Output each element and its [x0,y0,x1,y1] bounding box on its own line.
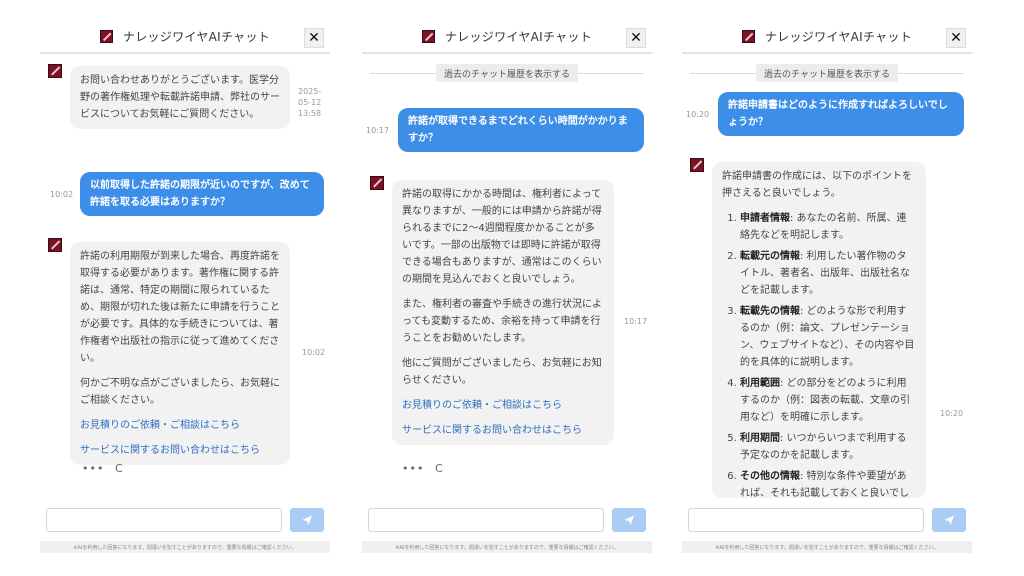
bot-message-answer: 許諾申請書の作成には、以下のポイントを押さえると良いでしょう。 申請者情報: あ… [712,162,926,498]
message-timestamp: 10:02 [50,190,74,199]
logo-icon [741,29,755,43]
answer-paragraph: また、権利者の審査や手続きの進行状況によっても変動するため、余裕を持って申請を行… [402,299,602,344]
answer-intro: 許諾申請書の作成には、以下のポイントを押さえると良いでしょう。 [722,171,912,199]
message-timestamp: 2025-05-12 13:58 [298,87,322,118]
bot-message-answer: 許諾の利用期限が到来した場合、再度許諾を取得する必要があります。著作権に関する許… [70,242,290,465]
chat-panel-1: ナレッジワイヤAIチャット ✕ お問い合わせありがとうございます。医学分野の著作… [40,20,330,560]
message-actions: ••• C [82,462,124,475]
bot-avatar-icon [370,176,384,190]
quote-request-link[interactable]: お見積りのご依頼・ご相談はこちら [80,417,280,434]
list-item: 利用範囲: どの部分をどのように利用するのか（例：図表の転載、文章の引用など）を… [740,375,916,426]
chat-title: ナレッジワイヤAIチャット [444,29,593,44]
composer [682,508,972,534]
chat-title: ナレッジワイヤAIチャット [764,29,913,44]
chat-panel-3: ナレッジワイヤAIチャット ✕ 過去のチャット履歴を表示する 10:20 許諾申… [682,20,972,560]
retry-icon[interactable]: C [435,462,444,475]
disclaimer-text: ※AIを利用した回答になります。間違いを犯すことがありますので、重要な情報はご確… [682,541,972,553]
more-options-icon[interactable]: ••• [82,462,104,475]
bot-avatar-icon [48,238,62,252]
send-button[interactable] [932,508,966,532]
list-item: 転載元の情報: 利用したい著作物のタイトル、著者名、出版年、出版社名などを記載し… [740,248,916,299]
history-row: 過去のチャット履歴を表示する [362,64,652,82]
close-button[interactable]: ✕ [946,28,966,48]
list-item: 申請者情報: あなたの名前、所属、連絡先などを明記します。 [740,210,916,244]
disclaimer-text: ※AIを利用した回答になります。間違いを犯すことがありますので、重要な情報はご確… [40,541,330,553]
message-input[interactable] [46,508,282,532]
answer-paragraph: 他にご質問がございましたら、お気軽にお知らせください。 [402,358,602,386]
chat-panel-2: ナレッジワイヤAIチャット ✕ 過去のチャット履歴を表示する 10:17 許諾が… [362,20,652,560]
retry-icon[interactable]: C [115,462,124,475]
send-icon [624,515,634,525]
user-message: 許諾申請書はどのように作成すればよろしいでしょうか？ [718,92,964,136]
answer-paragraph: 許諾の利用期限が到来した場合、再度許諾を取得する必要があります。著作権に関する許… [80,251,280,364]
logo-icon [99,29,113,43]
chat-header: ナレッジワイヤAIチャット ✕ [362,20,652,54]
bot-avatar-icon [48,64,62,78]
chat-title: ナレッジワイヤAIチャット [122,29,271,44]
close-button[interactable]: ✕ [304,28,324,48]
bot-avatar-icon [690,158,704,172]
composer [362,508,652,534]
message-timestamp: 10:17 [366,126,390,135]
user-message: 許諾が取得できるまでどれくらい時間がかかりますか？ [398,108,644,152]
bot-message-greeting: お問い合わせありがとうございます。医学分野の著作権処理や転載許諾申請、弊社のサー… [70,66,290,129]
bot-message-answer: 許諾の取得にかかる時間は、権利者によって異なりますが、一般的には申請から許諾が得… [392,180,614,445]
show-history-button[interactable]: 過去のチャット履歴を表示する [756,64,898,82]
list-item: 利用期間: いつからいつまで利用する予定なのかを記載します。 [740,430,916,464]
send-icon [302,515,312,525]
message-timestamp: 10:20 [940,409,964,418]
disclaimer-text: ※AIを利用した回答になります。間違いを犯すことがありますので、重要な情報はご確… [362,541,652,553]
greeting-text: お問い合わせありがとうございます。医学分野の著作権処理や転載許諾申請、弊社のサー… [80,75,280,120]
send-button[interactable] [290,508,324,532]
composer [40,508,330,534]
quote-request-link[interactable]: お見積りのご依頼・ご相談はこちら [402,397,604,414]
history-row: 過去のチャット履歴を表示する [682,64,972,82]
message-actions: ••• C [402,462,444,475]
chat-header: ナレッジワイヤAIチャット ✕ [40,20,330,54]
send-icon [944,515,954,525]
list-item: その他の情報: 特別な条件や要望があれば、それも記載しておくと良いでしょう。 [740,468,916,498]
message-input[interactable] [688,508,924,532]
answer-paragraph: 許諾の取得にかかる時間は、権利者によって異なりますが、一般的には申請から許諾が得… [402,189,602,285]
user-message: 以前取得した許諾の期限が近いのですが、改めて許諾を取る必要はありますか？ [80,172,324,216]
show-history-button[interactable]: 過去のチャット履歴を表示する [436,64,578,82]
answer-paragraph: 何かご不明な点がございましたら、お気軽にご相談ください。 [80,378,280,406]
message-timestamp: 10:02 [302,348,326,357]
list-item: 転載先の情報: どのような形で利用するのか（例：論文、プレゼンテーション、ウェブ… [740,303,916,371]
message-timestamp: 10:17 [624,317,648,326]
logo-icon [421,29,435,43]
message-timestamp: 10:20 [686,110,710,119]
message-input[interactable] [368,508,604,532]
send-button[interactable] [612,508,646,532]
service-inquiry-link[interactable]: サービスに関するお問い合わせはこちら [402,422,604,439]
more-options-icon[interactable]: ••• [402,462,424,475]
service-inquiry-link[interactable]: サービスに関するお問い合わせはこちら [80,442,280,459]
points-list: 申請者情報: あなたの名前、所属、連絡先などを明記します。 転載元の情報: 利用… [722,210,916,498]
close-button[interactable]: ✕ [626,28,646,48]
chat-header: ナレッジワイヤAIチャット ✕ [682,20,972,54]
